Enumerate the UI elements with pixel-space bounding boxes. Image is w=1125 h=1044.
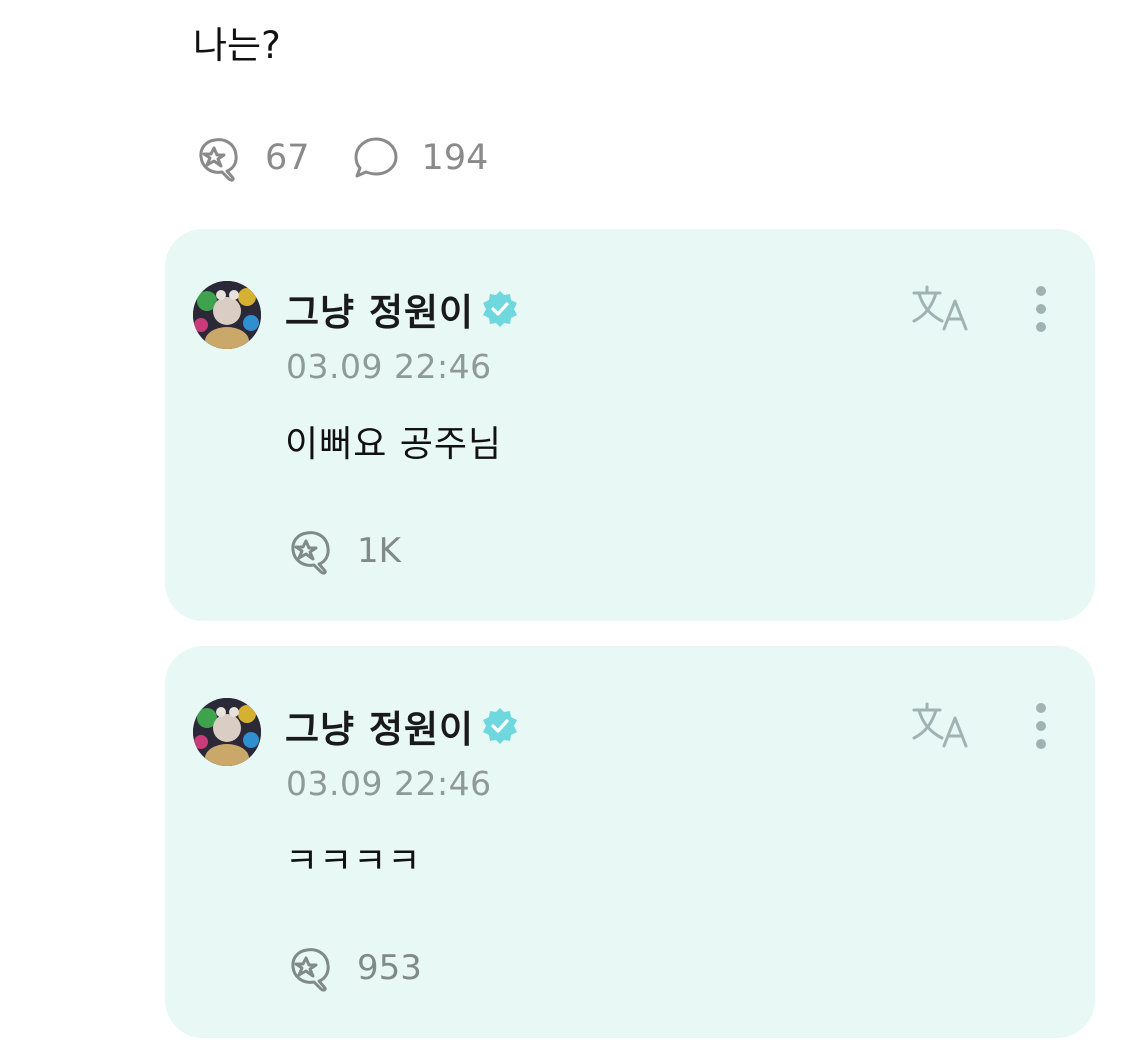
like-icon: [193, 134, 245, 182]
avatar[interactable]: [193, 698, 261, 766]
verified-badge-icon: [480, 706, 520, 746]
post-comment-button[interactable]: 194: [350, 134, 489, 182]
more-vertical-icon[interactable]: [1029, 283, 1053, 339]
page: 나는? 67 194 그냥 정원이 03.09 22:46 이뻐요 공주님 1K…: [0, 0, 1125, 1044]
like-icon: [285, 944, 337, 992]
comment-like-count: 953: [357, 948, 422, 988]
post-like-button[interactable]: 67: [193, 134, 310, 182]
comment-like-button[interactable]: 1K: [285, 527, 401, 575]
comment-text: ㅋㅋㅋㅋ: [285, 841, 422, 882]
comment-card: 그냥 정원이 03.09 22:46 ㅋㅋㅋㅋ 953: [165, 646, 1095, 1038]
post-stats: 67 194: [193, 134, 488, 182]
comment-icon: [350, 134, 402, 182]
author-name[interactable]: 그냥 정원이: [285, 282, 474, 336]
more-vertical-icon[interactable]: [1029, 700, 1053, 756]
comment-card: 그냥 정원이 03.09 22:46 이뻐요 공주님 1K: [165, 229, 1095, 621]
author-name[interactable]: 그냥 정원이: [285, 699, 474, 753]
comment-like-count: 1K: [357, 531, 401, 571]
post-comment-count: 194: [421, 138, 489, 178]
comment-timestamp: 03.09 22:46: [286, 347, 492, 386]
comment-timestamp: 03.09 22:46: [286, 764, 492, 803]
comment-text: 이뻐요 공주님: [285, 424, 503, 465]
translate-icon[interactable]: [910, 700, 972, 752]
post-like-count: 67: [265, 138, 310, 178]
author[interactable]: 그냥 정원이: [285, 698, 520, 754]
like-icon: [285, 527, 337, 575]
author[interactable]: 그냥 정원이: [285, 281, 520, 337]
comment-like-button[interactable]: 953: [285, 944, 422, 992]
verified-badge-icon: [480, 289, 520, 329]
translate-icon[interactable]: [910, 283, 972, 335]
avatar[interactable]: [193, 281, 261, 349]
post-text: 나는?: [193, 24, 281, 67]
